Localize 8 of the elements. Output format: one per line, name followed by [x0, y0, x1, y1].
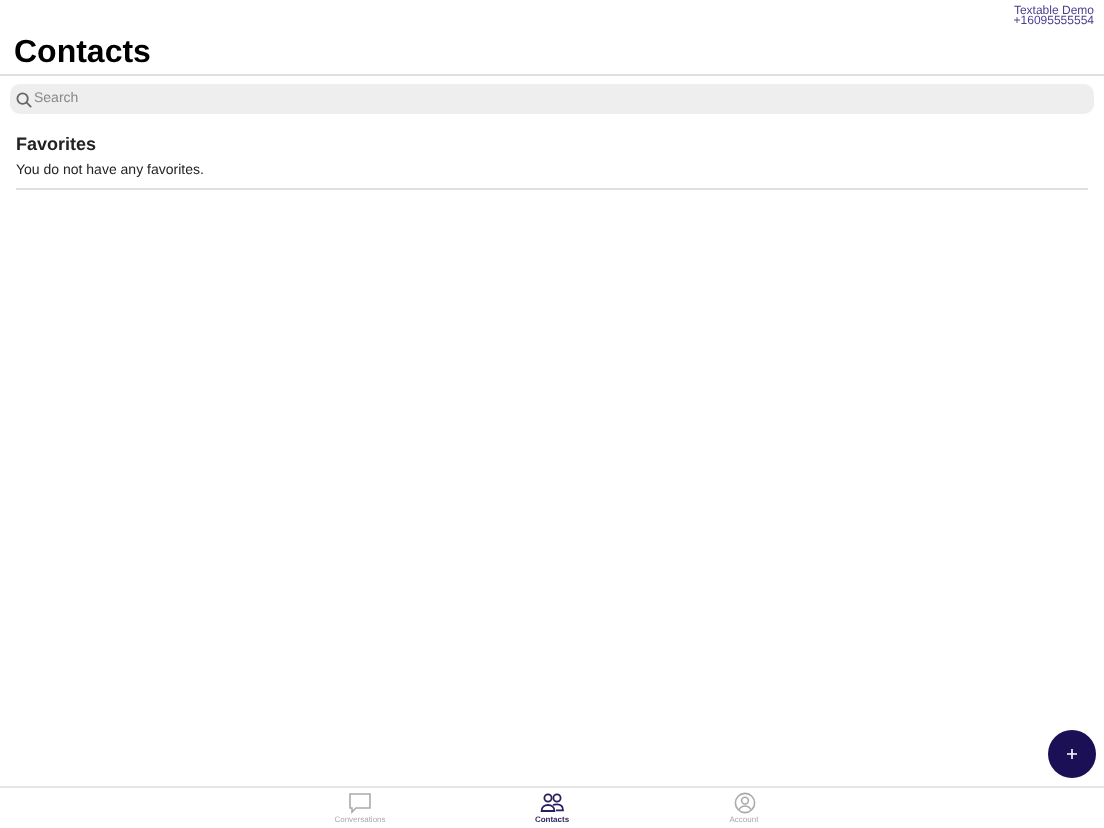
chat-bubble-icon: [348, 792, 372, 814]
people-icon: [540, 792, 564, 814]
plus-icon: [1066, 748, 1078, 760]
add-button[interactable]: [1048, 730, 1096, 778]
section-heading: Favorites: [16, 134, 99, 154]
user-circle-icon: [733, 792, 755, 814]
page-title: Contacts: [14, 36, 153, 72]
search-icon: [16, 91, 32, 107]
